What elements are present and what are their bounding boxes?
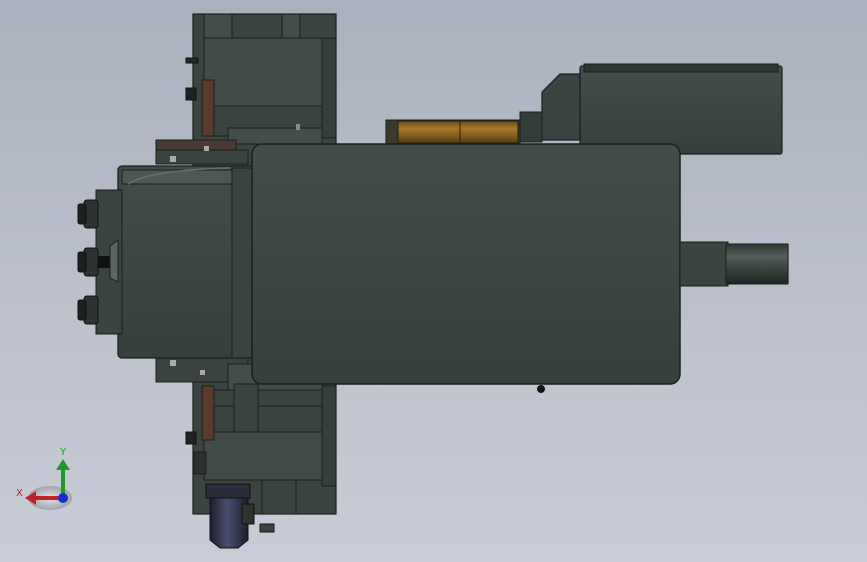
connector-top bbox=[77, 199, 99, 229]
cad-viewport[interactable]: Y X bbox=[0, 0, 867, 562]
motor-end-housing bbox=[95, 165, 255, 359]
orientation-triad[interactable]: Y X bbox=[16, 447, 72, 510]
motor-main-body bbox=[251, 143, 681, 393]
output-shaft bbox=[679, 241, 789, 287]
gearbox-housing bbox=[519, 63, 783, 155]
x-axis-label: X bbox=[16, 488, 23, 499]
brass-coupling bbox=[385, 119, 521, 145]
y-axis-label: Y bbox=[59, 447, 67, 458]
cad-assembly-model[interactable]: Y X bbox=[0, 0, 867, 562]
z-axis-dot bbox=[58, 493, 68, 503]
connector-bottom bbox=[77, 295, 99, 325]
